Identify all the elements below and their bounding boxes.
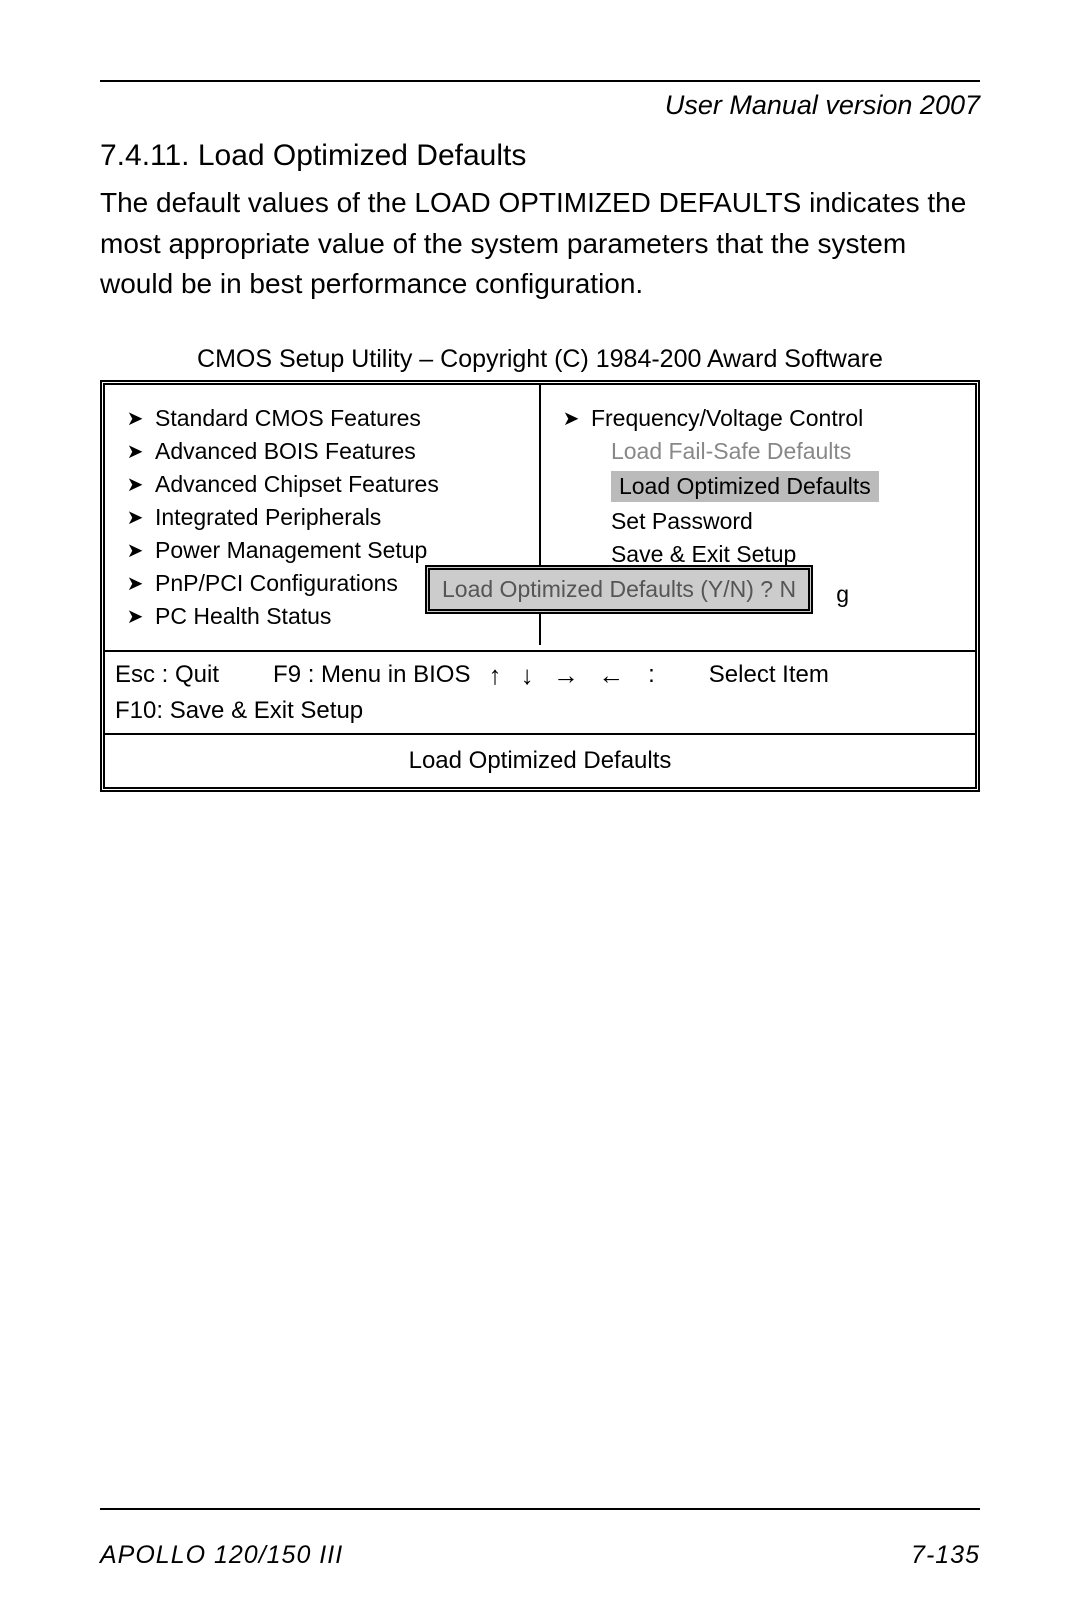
- menu-item-power-management[interactable]: ➤ Power Management Setup: [115, 537, 529, 564]
- section-title: 7.4.11. Load Optimized Defaults: [100, 139, 980, 173]
- section-body: The default values of the LOAD OPTIMIZED…: [100, 183, 980, 305]
- menu-label: Advanced BOIS Features: [155, 438, 529, 465]
- menu-item-standard-cmos[interactable]: ➤ Standard CMOS Features: [115, 405, 529, 432]
- triangle-icon: ➤: [115, 406, 155, 431]
- menu-label: Load Fail-Safe Defaults: [611, 438, 851, 464]
- help-text: Load Optimized Defaults: [409, 747, 672, 774]
- key-esc: Esc : Quit: [115, 661, 219, 689]
- menu-item-integrated-peripherals[interactable]: ➤ Integrated Peripherals: [115, 504, 529, 531]
- menu-item-load-optimized[interactable]: Load Optimized Defaults: [551, 471, 965, 502]
- footer-page-number: 7-135: [911, 1541, 980, 1570]
- menu-item-set-password[interactable]: Set Password: [551, 508, 965, 535]
- bios-keyhints: Esc : Quit F9 : Menu in BIOS ↑ ↓ → ← : S…: [105, 650, 975, 733]
- page-footer: APOLLO 120/150 III 7-135: [100, 1541, 980, 1570]
- bios-title: CMOS Setup Utility – Copyright (C) 1984-…: [100, 345, 980, 374]
- menu-label: Advanced Chipset Features: [155, 471, 529, 498]
- stray-letter: g: [836, 581, 849, 607]
- triangle-icon: ➤: [551, 406, 591, 431]
- header-rule: [100, 80, 980, 82]
- menu-item-adv-bios[interactable]: ➤ Advanced BOIS Features: [115, 438, 529, 465]
- dialog-text: Load Optimized Defaults (Y/N) ? N: [442, 576, 796, 602]
- menu-item-freq-voltage[interactable]: ➤ Frequency/Voltage Control: [551, 405, 965, 432]
- confirm-dialog[interactable]: Load Optimized Defaults (Y/N) ? N: [425, 565, 813, 614]
- key-f9: F9 : Menu in BIOS: [273, 661, 470, 689]
- colon: :: [648, 661, 655, 689]
- bios-main-area: ➤ Standard CMOS Features ➤ Advanced BOIS…: [105, 385, 975, 650]
- bios-help-footer: Load Optimized Defaults: [105, 733, 975, 787]
- menu-item-adv-chipset[interactable]: ➤ Advanced Chipset Features: [115, 471, 529, 498]
- menu-item-save-exit[interactable]: Save & Exit Setup: [551, 541, 965, 568]
- menu-label: Power Management Setup: [155, 537, 529, 564]
- menu-label: Frequency/Voltage Control: [591, 405, 965, 432]
- page-header: User Manual version 2007: [100, 90, 980, 121]
- bios-screenshot: ➤ Standard CMOS Features ➤ Advanced BOIS…: [100, 380, 980, 792]
- triangle-icon: ➤: [115, 571, 155, 596]
- triangle-icon: ➤: [115, 439, 155, 464]
- triangle-icon: ➤: [115, 538, 155, 563]
- menu-item-failsafe[interactable]: Load Fail-Safe Defaults: [551, 438, 965, 465]
- menu-label: Save & Exit Setup: [611, 541, 796, 567]
- triangle-icon: ➤: [115, 604, 155, 629]
- select-item-label: Select Item: [709, 661, 829, 689]
- menu-label: Set Password: [611, 508, 753, 534]
- menu-label: Standard CMOS Features: [155, 405, 529, 432]
- triangle-icon: ➤: [115, 505, 155, 530]
- footer-left: APOLLO 120/150 III: [100, 1541, 343, 1570]
- highlighted-label: Load Optimized Defaults: [611, 471, 879, 502]
- arrow-keys-icon: ↑ ↓ → ←: [488, 660, 630, 691]
- footer-rule: [100, 1508, 980, 1510]
- menu-label: Integrated Peripherals: [155, 504, 529, 531]
- manual-page: User Manual version 2007 7.4.11. Load Op…: [0, 0, 1080, 1618]
- key-f10: F10: Save & Exit Setup: [115, 697, 363, 724]
- triangle-icon: ➤: [115, 472, 155, 497]
